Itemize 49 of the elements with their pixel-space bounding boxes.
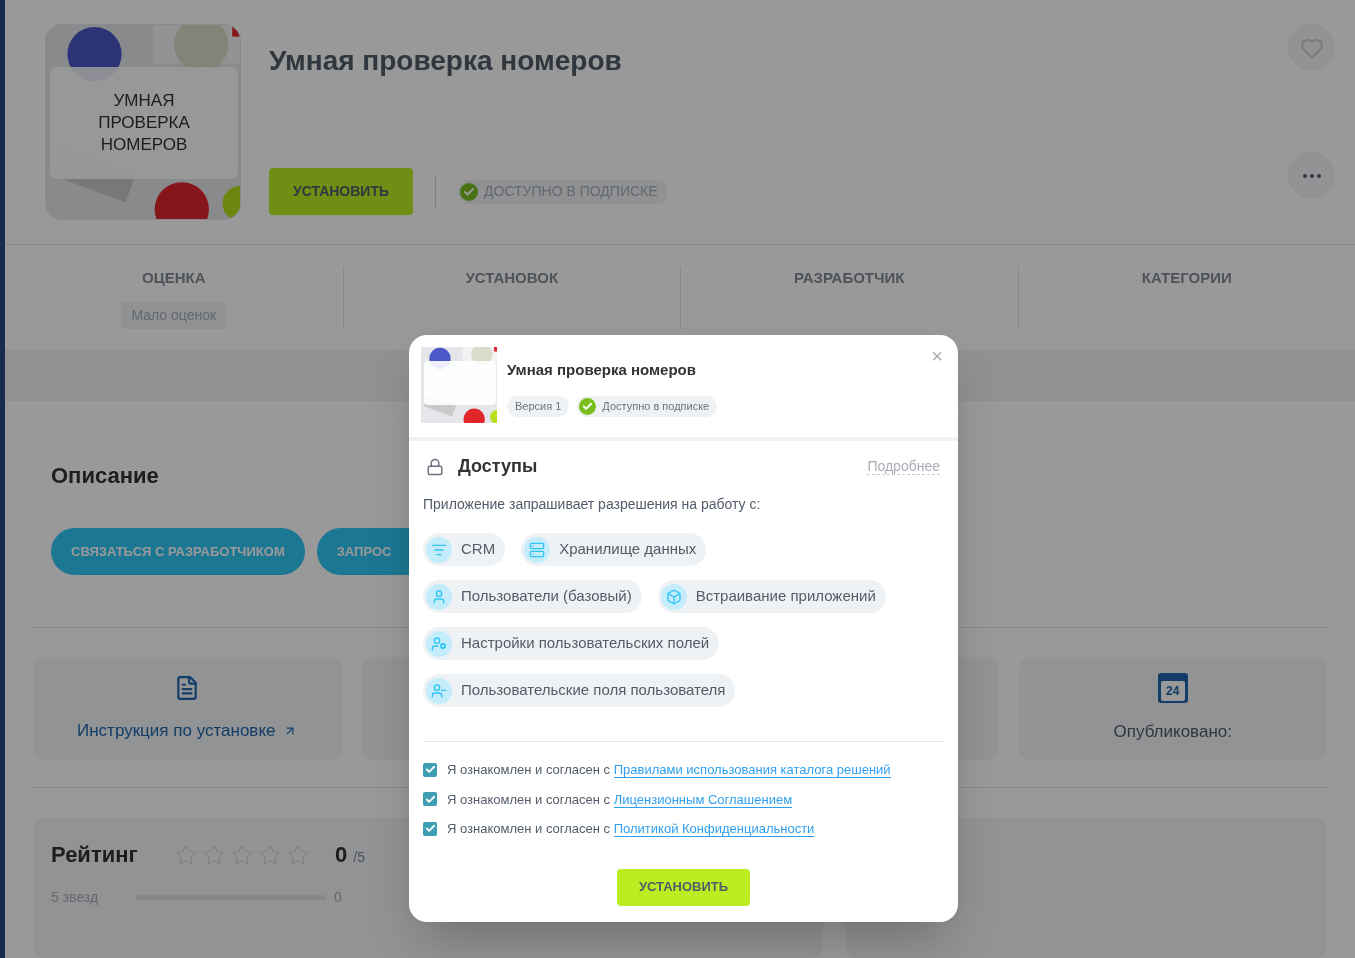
- permission-chip: Хранилище данных: [521, 533, 707, 566]
- agreement-text: Я ознакомлен и согласен с Правилами использования каталога решений: [447, 761, 891, 780]
- published-label: Опубликовано:: [1113, 720, 1232, 743]
- instruction-link[interactable]: Инструкция по установке: [77, 717, 298, 744]
- user-icon: [431, 588, 447, 605]
- check-icon: [579, 397, 597, 415]
- install-button[interactable]: УСТАНОВИТЬ: [269, 168, 414, 215]
- rating-heading: Рейтинг: [51, 841, 139, 869]
- more-button[interactable]: [1288, 152, 1335, 200]
- stat-label: РАЗРАБОТЧИК: [794, 268, 905, 289]
- access-heading: Доступы: [458, 455, 538, 478]
- user-gear-icon: [431, 635, 447, 652]
- calendar-icon: 24: [1157, 672, 1188, 703]
- favorite-button[interactable]: [1288, 24, 1335, 71]
- app-title: Умная проверка номеров: [269, 44, 623, 78]
- subscription-badge: Доступно в подписке: [577, 395, 718, 417]
- version-badge: Версия 1: [507, 395, 570, 417]
- close-button[interactable]: ×: [928, 347, 946, 365]
- permission-chip: Настройки пользовательских полей: [423, 627, 720, 660]
- details-link[interactable]: Подробнее: [867, 458, 940, 475]
- agreement-text: Я ознакомлен и согласен с Лицензионным Соглашением: [447, 790, 793, 809]
- icon-caption: УМНАЯ ПРОВЕРКА НОМЕРОВ: [97, 90, 191, 156]
- permission-chip: CRM: [423, 533, 506, 566]
- menu-icon: [1302, 173, 1321, 178]
- permission-chip: Пользователи (базовый): [423, 580, 642, 613]
- user-minus-icon: [431, 682, 447, 699]
- contact-button[interactable]: СВЯЗАТЬСЯ С РАЗРАБОТЧИКОМ: [51, 528, 305, 575]
- agreement-checkbox[interactable]: [423, 821, 437, 836]
- agreement-text: Я ознакомлен и согласен с Политикой Конфиденциальности: [447, 820, 815, 839]
- install-button[interactable]: УСТАНОВИТЬ: [616, 868, 751, 906]
- stat-label: КАТЕГОРИИ: [1141, 268, 1232, 289]
- permission-chip: Пользовательские поля пользователя: [423, 674, 736, 707]
- rating-max: /5: [353, 848, 365, 867]
- dialog-title: Умная проверка номеров: [507, 360, 697, 380]
- lock-icon: [426, 457, 444, 476]
- permission-chip: Встраивание приложений: [657, 580, 886, 613]
- rating-score: 0: [335, 841, 348, 869]
- stat-label: ОЦЕНКА: [142, 268, 206, 289]
- agreement-link[interactable]: Правилами использования каталога решений: [613, 762, 891, 778]
- stat-label: УСТАНОВОК: [465, 268, 559, 289]
- permission-intro: Приложение запрашивает разрешения на работу с:: [423, 495, 762, 514]
- agreement-checkbox[interactable]: [423, 762, 437, 777]
- agreement-link[interactable]: Лицензионным Соглашением: [613, 791, 793, 808]
- section-heading: Описание: [51, 462, 159, 490]
- cube-icon: [665, 588, 682, 605]
- agreement-link[interactable]: Политикой Конфиденциальности: [613, 821, 815, 837]
- server-icon: [529, 541, 546, 558]
- check-icon: [460, 182, 479, 201]
- agreement-checkbox[interactable]: [423, 792, 437, 807]
